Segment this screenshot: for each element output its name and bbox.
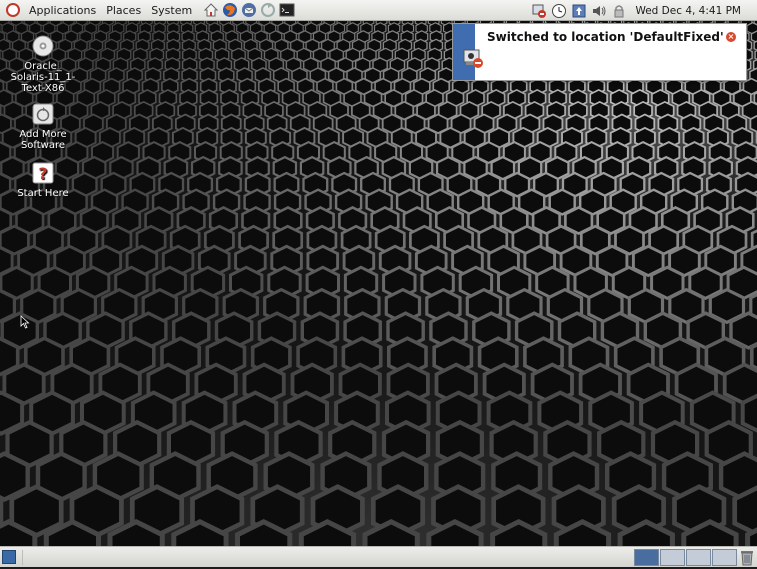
hexagon-mesh-wallpaper <box>0 21 757 546</box>
software-package-icon <box>31 102 55 126</box>
network-location-icon <box>463 48 485 70</box>
terminal-icon[interactable] <box>278 2 295 19</box>
main-menu: Applications Places System <box>0 0 197 20</box>
workspace-2[interactable] <box>660 549 685 566</box>
notification-popup[interactable]: Switched to location 'DefaultFixed' × <box>452 23 747 81</box>
notification-message: Switched to location 'DefaultFixed' <box>475 24 746 80</box>
clock-applet-icon[interactable] <box>551 3 567 19</box>
workspace-4[interactable] <box>712 549 737 566</box>
lock-icon[interactable] <box>611 3 627 19</box>
workspace-3[interactable] <box>686 549 711 566</box>
menu-system[interactable]: System <box>146 0 197 21</box>
close-icon[interactable]: × <box>726 32 736 42</box>
top-panel: Applications Places System <box>0 0 757 21</box>
launcher-bar <box>201 2 296 19</box>
clock-label[interactable]: Wed Dec 4, 4:41 PM <box>629 5 757 17</box>
update-icon[interactable] <box>259 2 276 19</box>
update-manager-icon[interactable] <box>571 3 587 19</box>
thunderbird-icon[interactable] <box>240 2 257 19</box>
mouse-pointer-icon <box>20 315 30 329</box>
bottom-panel <box>0 546 757 567</box>
help-question-icon: ? <box>31 161 55 185</box>
window-list[interactable] <box>22 550 633 565</box>
desktop-icon-label: Start Here <box>5 188 81 199</box>
cd-disc-icon <box>31 34 55 58</box>
workspace-switcher <box>634 549 738 566</box>
volume-icon[interactable] <box>591 3 607 19</box>
trash-icon[interactable] <box>739 549 755 566</box>
desktop-icon-solaris-media[interactable]: Oracle_ Solaris-11_1- Text-X86 <box>5 34 81 94</box>
show-desktop-icon[interactable] <box>2 550 16 564</box>
firefox-icon[interactable] <box>221 2 238 19</box>
menu-places[interactable]: Places <box>101 0 146 21</box>
home-icon[interactable] <box>202 2 219 19</box>
desktop-icon-label: Add More Software <box>5 129 81 151</box>
workspace-1[interactable] <box>634 549 659 566</box>
svg-text:?: ? <box>38 164 47 183</box>
oracle-logo-icon[interactable] <box>6 3 20 17</box>
desktop-icon-start-here[interactable]: ? Start Here <box>5 161 81 199</box>
system-tray: Wed Dec 4, 4:41 PM <box>529 0 757 21</box>
desktop-icon-add-software[interactable]: Add More Software <box>5 102 81 151</box>
notification-accent-bar <box>453 24 475 80</box>
menu-applications[interactable]: Applications <box>24 0 101 21</box>
network-icon[interactable] <box>531 3 547 19</box>
desktop-background[interactable]: Oracle_ Solaris-11_1- Text-X86 Add More … <box>0 21 757 546</box>
desktop-icon-label: Oracle_ Solaris-11_1- Text-X86 <box>5 61 81 94</box>
